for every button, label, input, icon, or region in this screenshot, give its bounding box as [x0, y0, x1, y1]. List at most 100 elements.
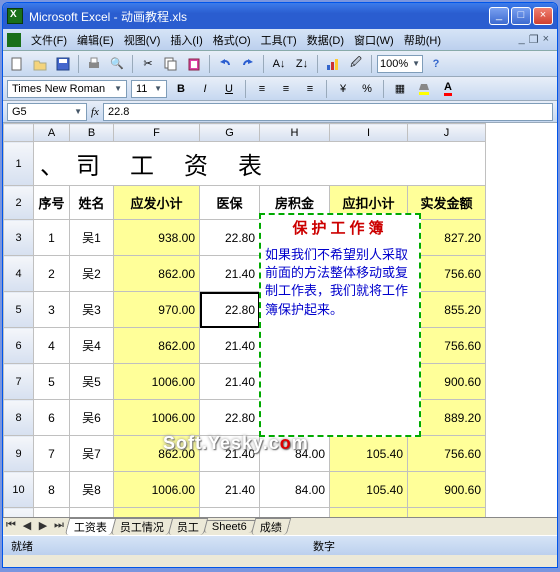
chart-button[interactable] [323, 54, 343, 74]
cell[interactable]: 吴3 [70, 292, 114, 328]
sheet-tab[interactable]: 员工情况 [111, 518, 174, 535]
tab-nav-prev[interactable]: ◀ [19, 519, 35, 535]
menu-window[interactable]: 窗口(W) [350, 31, 398, 49]
name-box[interactable]: G5▼ [7, 103, 87, 121]
close-button[interactable]: × [533, 7, 553, 25]
cell[interactable]: 1 [34, 220, 70, 256]
cell[interactable]: 1006.00 [114, 472, 200, 508]
cell[interactable]: 94.00 [260, 508, 330, 518]
cell[interactable]: 3 [34, 292, 70, 328]
cell[interactable]: 吴5 [70, 364, 114, 400]
header-cell[interactable]: 应发小计 [114, 186, 200, 220]
cell[interactable]: 吴7 [70, 436, 114, 472]
cut-button[interactable]: ✂ [138, 54, 158, 74]
cell[interactable]: 吴9 [70, 508, 114, 518]
col-header[interactable]: B [70, 124, 114, 142]
sheet-tab[interactable]: 工资表 [65, 518, 117, 535]
select-all-button[interactable] [4, 124, 34, 142]
row-header[interactable]: 1 [4, 142, 34, 186]
save-button[interactable] [53, 54, 73, 74]
row-header[interactable]: 2 [4, 186, 34, 220]
sort-desc-button[interactable]: Z↓ [292, 54, 312, 74]
bold-button[interactable]: B [171, 79, 191, 99]
cell[interactable]: 105.40 [330, 472, 408, 508]
cell[interactable]: 吴1 [70, 220, 114, 256]
row-header[interactable]: 7 [4, 364, 34, 400]
currency-button[interactable]: ¥ [333, 79, 353, 99]
new-button[interactable] [7, 54, 27, 74]
menu-view[interactable]: 视图(V) [120, 31, 165, 49]
cell[interactable]: 7 [34, 436, 70, 472]
cell[interactable]: 22.80 [200, 292, 260, 328]
col-header[interactable]: F [114, 124, 200, 142]
underline-button[interactable]: U [219, 79, 239, 99]
workbook-icon[interactable] [7, 33, 21, 47]
italic-button[interactable]: I [195, 79, 215, 99]
row-header[interactable]: 9 [4, 436, 34, 472]
cell[interactable]: 1006.00 [114, 508, 200, 518]
menu-file[interactable]: 文件(F) [27, 31, 71, 49]
cell[interactable]: 6 [34, 400, 70, 436]
row-header[interactable]: 11 [4, 508, 34, 518]
minimize-button[interactable]: _ [489, 7, 509, 25]
cell[interactable]: 4 [34, 328, 70, 364]
header-cell[interactable]: 医保 [200, 186, 260, 220]
cell[interactable]: 21.40 [200, 256, 260, 292]
menu-edit[interactable]: 编辑(E) [73, 31, 118, 49]
header-cell[interactable]: 姓名 [70, 186, 114, 220]
fx-icon[interactable]: fx [91, 106, 99, 118]
help-button[interactable]: ? [426, 54, 446, 74]
cell[interactable]: 756.60 [408, 436, 486, 472]
cell[interactable]: 1006.00 [114, 400, 200, 436]
tab-nav-next[interactable]: ▶ [35, 519, 51, 535]
cell[interactable]: 5 [34, 364, 70, 400]
cell[interactable]: 938.00 [114, 220, 200, 256]
cell[interactable]: 117.80 [330, 508, 408, 518]
print-button[interactable] [84, 54, 104, 74]
cell[interactable]: 21.40 [200, 328, 260, 364]
menu-insert[interactable]: 插入(I) [166, 31, 206, 49]
cell[interactable]: 21.40 [200, 364, 260, 400]
row-header[interactable]: 10 [4, 472, 34, 508]
font-combo[interactable]: Times New Roman▼ [7, 80, 127, 98]
print-preview-button[interactable]: 🔍 [107, 54, 127, 74]
col-header[interactable]: I [330, 124, 408, 142]
cell[interactable]: 22.80 [200, 400, 260, 436]
copy-button[interactable] [161, 54, 181, 74]
percent-button[interactable]: % [357, 79, 377, 99]
cell[interactable]: 8 [34, 472, 70, 508]
paste-button[interactable] [184, 54, 204, 74]
cell[interactable]: 84.00 [260, 472, 330, 508]
sort-asc-button[interactable]: A↓ [269, 54, 289, 74]
row-header[interactable]: 5 [4, 292, 34, 328]
mdi-minimize-button[interactable]: _ [519, 33, 525, 46]
font-size-combo[interactable]: 11▼ [131, 80, 167, 98]
open-button[interactable] [30, 54, 50, 74]
menu-data[interactable]: 数据(D) [303, 31, 348, 49]
borders-button[interactable]: ▦ [390, 79, 410, 99]
cell[interactable]: 吴8 [70, 472, 114, 508]
cell[interactable]: 970.00 [114, 292, 200, 328]
sheet-title[interactable]: 、司 工 资 表 [34, 142, 486, 186]
sheet-tab[interactable]: 成绩 [251, 518, 292, 535]
menu-format[interactable]: 格式(O) [209, 31, 255, 49]
cell[interactable]: 1006.00 [114, 364, 200, 400]
col-header[interactable]: J [408, 124, 486, 142]
titlebar[interactable]: Microsoft Excel - 动画教程.xls _ □ × [3, 3, 557, 29]
sheet-tab[interactable]: Sheet6 [203, 520, 255, 533]
align-left-button[interactable]: ≡ [252, 79, 272, 99]
align-center-button[interactable]: ≡ [276, 79, 296, 99]
mdi-restore-button[interactable]: ❐ [529, 33, 539, 46]
cell[interactable]: 105.40 [330, 436, 408, 472]
cell[interactable]: 2 [34, 256, 70, 292]
cell[interactable]: 862.00 [114, 256, 200, 292]
cell[interactable]: 吴2 [70, 256, 114, 292]
align-right-button[interactable]: ≡ [300, 79, 320, 99]
sheet-tab[interactable]: 员工 [168, 518, 209, 535]
cell[interactable]: 900.60 [408, 472, 486, 508]
tab-nav-first[interactable]: ⏮ [3, 519, 19, 535]
cell[interactable]: 862.00 [114, 328, 200, 364]
row-header[interactable]: 6 [4, 328, 34, 364]
fill-color-button[interactable] [414, 79, 434, 99]
row-header[interactable]: 3 [4, 220, 34, 256]
